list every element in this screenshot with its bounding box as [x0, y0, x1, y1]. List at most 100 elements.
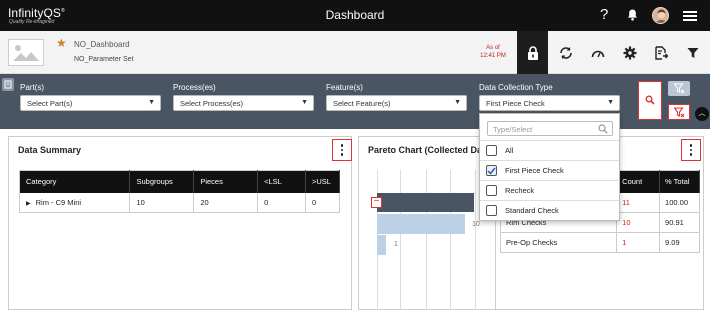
- collection-type-select[interactable]: First Piece Check ▼: [479, 95, 620, 111]
- clear-filter-button[interactable]: [668, 81, 690, 96]
- kebab-dot-icon: [689, 153, 693, 156]
- column-header-count[interactable]: Count: [616, 170, 661, 193]
- pareto-bar-rim-checks[interactable]: [377, 214, 465, 234]
- dropdown-option-label: All: [505, 146, 514, 155]
- dropdown-option-recheck[interactable]: Recheck: [480, 180, 619, 200]
- caret-down-icon: ▼: [607, 99, 614, 106]
- alt-filter-button[interactable]: [668, 104, 690, 120]
- chevron-up-icon[interactable]: ︿: [695, 107, 709, 121]
- grid-line: [426, 170, 427, 310]
- pareto-title: Pareto Chart (Collected Data: [368, 145, 480, 155]
- column-header-subgroups[interactable]: Subgroups: [129, 170, 195, 193]
- kebab-dot-icon: [689, 144, 693, 147]
- gear-icon: [623, 46, 637, 59]
- features-filter-label: Feature(s): [326, 83, 363, 92]
- pareto-group-header-bar: [377, 193, 474, 212]
- dropdown-option-first-piece-check[interactable]: First Piece Check: [480, 160, 619, 180]
- alt-filter-icon: [674, 107, 685, 118]
- pareto-bar-pre-op-checks[interactable]: [377, 235, 386, 255]
- as-of-label: As of: [486, 45, 500, 51]
- dashboard-name[interactable]: NO_Dashboard: [74, 40, 130, 49]
- dropdown-option-all[interactable]: All: [480, 140, 619, 160]
- collection-type-filter-label: Data Collection Type: [479, 83, 553, 92]
- help-icon[interactable]: ?: [600, 6, 608, 23]
- hamburger-icon[interactable]: [683, 11, 697, 21]
- count-cell[interactable]: 10: [616, 212, 661, 233]
- refresh-icon: [560, 46, 572, 59]
- pct-cell: 90.91: [659, 212, 700, 233]
- checkmark-icon: [487, 167, 496, 175]
- checkbox[interactable]: [486, 205, 497, 216]
- processes-select[interactable]: Select Process(es) ▼: [173, 95, 314, 111]
- column-header-pct-total[interactable]: % Total: [659, 170, 700, 193]
- filter-tab-icon[interactable]: [2, 78, 14, 91]
- filter-button[interactable]: [677, 31, 709, 74]
- category-cell: ▶ Rim - C9 Mini: [19, 192, 131, 213]
- caret-down-icon: ▼: [148, 99, 155, 106]
- column-header-category[interactable]: Category: [19, 170, 131, 193]
- parts-select[interactable]: Select Part(s) ▼: [20, 95, 161, 111]
- dashboard-thumbnail-icon: [8, 39, 44, 66]
- export-icon: [655, 45, 668, 60]
- as-of-timestamp: As of 12:41 PM: [476, 44, 510, 60]
- pieces-cell: 20: [193, 192, 259, 213]
- grid-line: [450, 170, 451, 310]
- lock-button[interactable]: [517, 31, 548, 74]
- category-value: Rim - C9 Mini: [35, 197, 82, 207]
- gauge-button[interactable]: [582, 31, 614, 74]
- bar-label: 10: [472, 221, 480, 228]
- checkbox[interactable]: [486, 185, 497, 196]
- avatar[interactable]: [652, 7, 669, 24]
- features-select-value: Select Feature(s): [333, 99, 391, 108]
- collapse-group-icon[interactable]: −: [371, 197, 382, 208]
- data-summary-title: Data Summary: [18, 145, 82, 155]
- clear-filter-icon: [674, 83, 685, 94]
- checkbox[interactable]: [486, 145, 497, 156]
- dropdown-option-label: Recheck: [505, 186, 535, 195]
- parameter-set-name: NO_Parameter Set: [74, 56, 134, 63]
- caret-down-icon: ▼: [301, 99, 308, 106]
- expand-row-icon[interactable]: ▶: [26, 201, 31, 207]
- grid-line: [400, 170, 401, 310]
- lsl-cell: 0: [257, 192, 306, 213]
- export-button[interactable]: [645, 31, 677, 74]
- count-cell[interactable]: 1: [616, 232, 661, 253]
- bar-label: 1: [394, 241, 398, 248]
- grid-line: [475, 170, 476, 310]
- filter-icon: [687, 47, 699, 58]
- checkbox-checked[interactable]: [486, 165, 497, 176]
- data-summary-panel: [8, 136, 352, 310]
- data-summary-table: Category Subgroups Pieces <LSL >USL ▶ Rim…: [19, 170, 341, 213]
- collection-type-select-value: First Piece Check: [486, 99, 545, 108]
- column-header-lsl[interactable]: <LSL: [257, 170, 306, 193]
- processes-filter-label: Process(es): [173, 83, 216, 92]
- data-summary-menu-button[interactable]: [332, 139, 352, 161]
- dropdown-option-standard-check[interactable]: Standard Check: [480, 200, 619, 220]
- refresh-button[interactable]: [550, 31, 582, 74]
- table-row[interactable]: Pre-Op Checks 1 9.09: [500, 232, 700, 253]
- dropdown-search-placeholder: Type/Select: [493, 125, 533, 134]
- bell-icon[interactable]: [627, 9, 638, 21]
- pct-cell: 9.09: [659, 232, 700, 253]
- caret-down-icon: ▼: [454, 99, 461, 106]
- apply-search-button[interactable]: [638, 81, 662, 120]
- dropdown-option-label: First Piece Check: [505, 166, 564, 175]
- count-cell[interactable]: 11: [616, 192, 661, 213]
- column-header-pieces[interactable]: Pieces: [193, 170, 259, 193]
- processes-select-value: Select Process(es): [180, 99, 243, 108]
- name-cell: Pre-Op Checks: [500, 232, 618, 253]
- settings-button[interactable]: [614, 31, 646, 74]
- as-of-time: 12:41 PM: [480, 53, 506, 59]
- search-icon: [598, 124, 608, 134]
- column-header-usl[interactable]: >USL: [305, 170, 341, 193]
- pareto-menu-button[interactable]: [681, 139, 701, 161]
- table-header-row: Category Subgroups Pieces <LSL >USL: [19, 170, 341, 193]
- parts-filter-label: Part(s): [20, 83, 44, 92]
- features-select[interactable]: Select Feature(s) ▼: [326, 95, 467, 111]
- favorite-star-icon[interactable]: ★: [56, 36, 67, 50]
- kebab-dot-icon: [340, 144, 344, 147]
- usl-cell: 0: [305, 192, 341, 213]
- pct-cell: 100.00: [659, 192, 700, 213]
- dropdown-search-input[interactable]: Type/Select: [487, 121, 613, 136]
- table-row[interactable]: ▶ Rim - C9 Mini 10 20 0 0: [19, 192, 341, 213]
